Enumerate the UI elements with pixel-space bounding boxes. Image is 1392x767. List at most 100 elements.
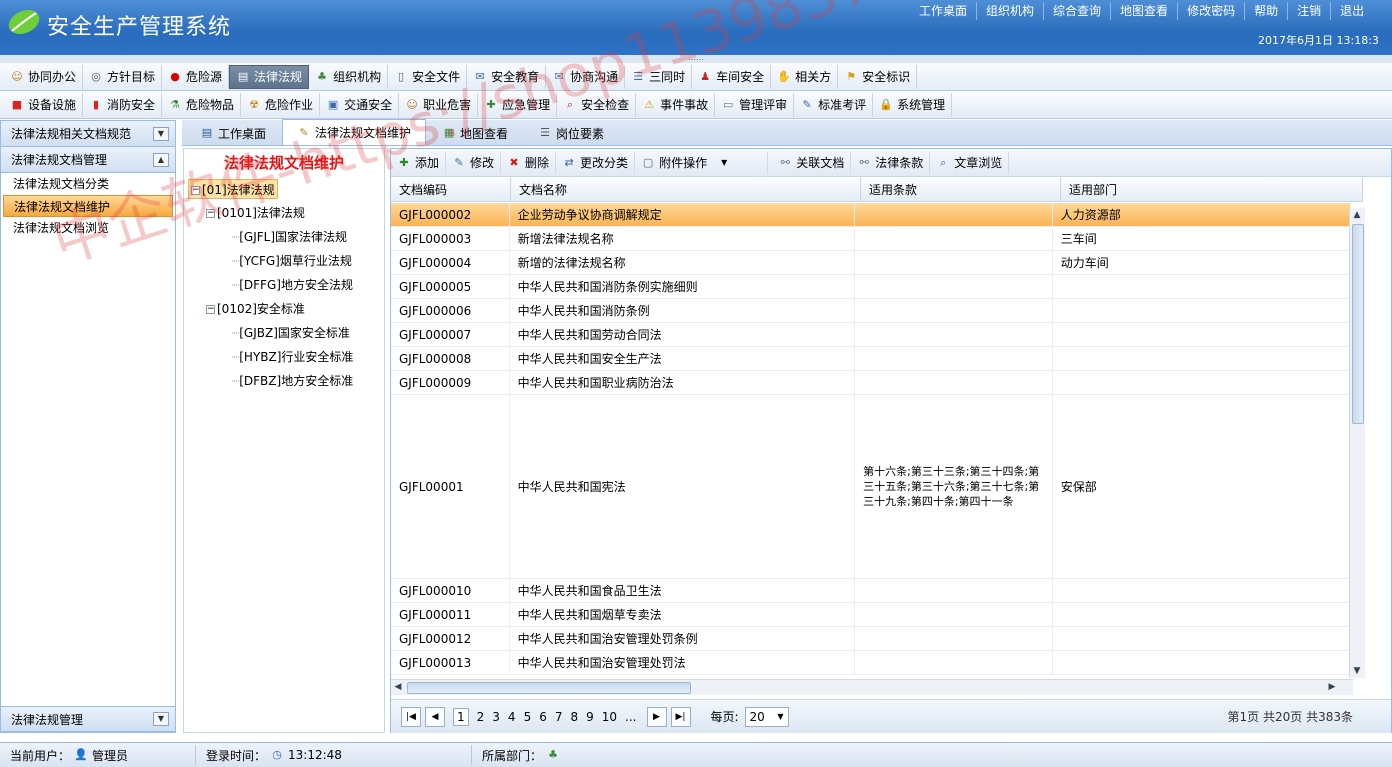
menu-item-list[interactable]: ☰ 三同时 xyxy=(625,64,693,89)
prev-page-button[interactable]: ◀ xyxy=(425,706,445,727)
article-browse-button[interactable]: ⌕ 文章浏览 xyxy=(930,151,1010,174)
menu-item-mail[interactable]: ✉ 协商沟通 xyxy=(546,64,626,89)
top-link-logout[interactable]: 注销 xyxy=(1288,2,1332,20)
delete-button[interactable]: ✖ 删除 xyxy=(501,151,557,174)
menu-item-traffic[interactable]: ▣ 交通安全 xyxy=(320,92,400,117)
horizontal-scroll-thumb[interactable] xyxy=(407,682,691,694)
menu-item-warning[interactable]: ⚠ 事件事故 xyxy=(636,92,716,117)
table-row[interactable]: GJFL000011 中华人民共和国烟草专卖法 xyxy=(391,603,1351,627)
table-row[interactable]: GJFL000009 中华人民共和国职业病防治法 xyxy=(391,371,1351,395)
menu-item-flag[interactable]: ⚑ 安全标识 xyxy=(838,64,918,89)
chevron-up-icon[interactable]: ▲ xyxy=(153,152,169,167)
menu-item-target[interactable]: ◎ 方针目标 xyxy=(83,64,163,89)
menu-item-red-dot[interactable]: ● 危险源 xyxy=(162,64,230,89)
table-row[interactable]: GJFL000003 新增法律法规名称 三车间 xyxy=(391,227,1351,251)
page-number[interactable]: 7 xyxy=(555,710,563,724)
menu-item-review[interactable]: ▭ 管理评审 xyxy=(715,92,795,117)
menu-item-org[interactable]: ♣ 组织机构 xyxy=(309,64,389,89)
top-link-org[interactable]: 组织机构 xyxy=(977,2,1045,20)
top-link-query[interactable]: 综合查询 xyxy=(1044,2,1112,20)
scroll-down-icon[interactable]: ▼ xyxy=(1350,664,1364,678)
page-number[interactable]: 2 xyxy=(477,710,485,724)
tree-node-ycfg[interactable]: ┈[YCFG]烟草行业法规 xyxy=(232,251,352,271)
menu-item-edit[interactable]: ✎ 标准考评 xyxy=(794,92,874,117)
column-header-clause[interactable]: 适用条款 xyxy=(861,178,1061,202)
menu-item-device[interactable]: ■ 设备设施 xyxy=(4,92,84,117)
menu-item-fire[interactable]: ▮ 消防安全 xyxy=(83,92,163,117)
table-row[interactable]: GJFL000005 中华人民共和国消防条例实施细则 xyxy=(391,275,1351,299)
header-splitter[interactable]: ...... xyxy=(0,54,1392,63)
chevron-down-icon[interactable]: ▼ xyxy=(153,712,169,726)
edit-button[interactable]: ✎ 修改 xyxy=(446,151,502,174)
tree-node-0101[interactable]: − [0101]法律法规 xyxy=(206,203,305,223)
tree-node-gjbz[interactable]: ┈[GJBZ]国家安全标准 xyxy=(232,323,350,343)
sidebar-section-standards[interactable]: 法律法规相关文档规范 ▼ xyxy=(1,121,175,147)
related-docs-button[interactable]: ⚯ 关联文档 xyxy=(772,151,852,174)
menu-item-law[interactable]: ▤ 法律法规 xyxy=(229,64,310,89)
top-link-map[interactable]: 地图查看 xyxy=(1111,2,1179,20)
table-row[interactable]: GJFL000012 中华人民共和国治安管理处罚条例 xyxy=(391,627,1351,651)
page-number[interactable]: 9 xyxy=(586,710,594,724)
menu-item-handshake[interactable]: ✋ 相关方 xyxy=(771,64,839,89)
table-row[interactable]: GJFL000010 中华人民共和国食品卫生法 xyxy=(391,579,1351,603)
page-number[interactable]: 3 xyxy=(492,710,500,724)
menu-item-worker[interactable]: ☺ 职业危害 xyxy=(399,92,479,117)
scroll-right-icon[interactable]: ▶ xyxy=(1325,680,1339,694)
menu-item-education[interactable]: ✉ 安全教育 xyxy=(467,64,547,89)
change-category-button[interactable]: ⇄ 更改分类 xyxy=(556,151,636,174)
tree-node-hybz[interactable]: ┈[HYBZ]行业安全标准 xyxy=(232,347,353,367)
page-number[interactable]: 1 xyxy=(453,707,469,726)
menu-item-hazard[interactable]: ☢ 危险作业 xyxy=(241,92,321,117)
last-page-button[interactable]: ▶| xyxy=(670,706,691,727)
vertical-scroll-thumb[interactable] xyxy=(1352,224,1364,424)
table-row[interactable]: GJFL000004 新增的法律法规名称 动力车间 xyxy=(391,251,1351,275)
menu-item-emergency[interactable]: ✚ 应急管理 xyxy=(478,92,558,117)
tree-node-root[interactable]: − [01]法律法规 xyxy=(188,179,278,199)
law-clauses-button[interactable]: ⚯ 法律条款 xyxy=(851,151,931,174)
tree-node-dffg[interactable]: ┈[DFFG]地方安全法规 xyxy=(232,275,353,295)
sidebar-item-maintain[interactable]: 法律法规文档维护 xyxy=(3,195,173,217)
sidebar-section-law-management[interactable]: 法律法规管理 ▼ xyxy=(1,706,175,732)
table-row[interactable]: GJFL000002 企业劳动争议协商调解规定 人力资源部 xyxy=(391,203,1351,227)
page-number[interactable]: 5 xyxy=(524,710,532,724)
attachment-menu-button[interactable]: ▢ 附件操作 ▼ xyxy=(635,151,769,174)
page-number[interactable]: 6 xyxy=(539,710,547,724)
sidebar-item-category[interactable]: 法律法规文档分类 xyxy=(3,173,173,195)
collapse-icon[interactable]: − xyxy=(206,209,215,218)
vertical-scrollbar[interactable]: ▲ ▼ xyxy=(1349,208,1365,678)
column-header-code[interactable]: 文档编码 xyxy=(391,178,511,202)
menu-item-workshop[interactable]: ♟ 车间安全 xyxy=(692,64,772,89)
table-row[interactable]: GJFL000006 中华人民共和国消防条例 xyxy=(391,299,1351,323)
sidebar-section-management[interactable]: 法律法规文档管理 ▲ xyxy=(1,147,175,173)
tree-node-0102[interactable]: − [0102]安全标准 xyxy=(206,299,305,319)
tree-node-gjfl[interactable]: ┈[GJFL]国家法律法规 xyxy=(232,227,347,247)
add-button[interactable]: ✚ 添加 xyxy=(391,151,447,174)
tab-desktop[interactable]: ▤ 工作桌面 xyxy=(186,121,280,145)
horizontal-scrollbar[interactable]: ◀ ▶ xyxy=(391,679,1353,695)
tab-map[interactable]: ▦ 地图查看 xyxy=(428,121,522,145)
tab-law-maintain[interactable]: ✎ 法律法规文档维护 xyxy=(282,119,427,145)
top-link-exit[interactable]: 退出 xyxy=(1331,2,1373,20)
menu-item-people[interactable]: ☺ 协同办公 xyxy=(4,64,84,89)
menu-item-flask[interactable]: ⚗ 危险物品 xyxy=(162,92,242,117)
menu-item-search[interactable]: ⌕ 安全检查 xyxy=(557,92,637,117)
top-link-desktop[interactable]: 工作桌面 xyxy=(910,2,978,20)
column-header-name[interactable]: 文档名称 xyxy=(511,178,861,202)
page-number[interactable]: 4 xyxy=(508,710,516,724)
per-page-select[interactable]: 20 ▼ xyxy=(744,706,789,727)
chevron-down-icon[interactable]: ▼ xyxy=(153,126,169,141)
page-number[interactable]: ... xyxy=(625,710,636,724)
top-link-help[interactable]: 帮助 xyxy=(1245,2,1289,20)
collapse-icon[interactable]: − xyxy=(206,305,215,314)
scroll-up-icon[interactable]: ▲ xyxy=(1350,208,1364,222)
table-row[interactable]: GJFL000007 中华人民共和国劳动合同法 xyxy=(391,323,1351,347)
collapse-icon[interactable]: − xyxy=(191,186,200,195)
table-row[interactable]: GJFL000013 中华人民共和国治安管理处罚法 xyxy=(391,651,1351,675)
top-link-password[interactable]: 修改密码 xyxy=(1178,2,1246,20)
page-number[interactable]: 8 xyxy=(570,710,578,724)
table-row[interactable]: GJFL00001 中华人民共和国宪法 第十六条;第三十三条;第三十四条;第三十五条… xyxy=(391,395,1351,579)
sidebar-item-browse[interactable]: 法律法规文档浏览 xyxy=(3,217,173,239)
tree-node-dfbz[interactable]: ┈[DFBZ]地方安全标准 xyxy=(232,371,353,391)
menu-item-lock[interactable]: 🔒 系统管理 xyxy=(873,92,953,117)
first-page-button[interactable]: |◀ xyxy=(401,706,421,727)
